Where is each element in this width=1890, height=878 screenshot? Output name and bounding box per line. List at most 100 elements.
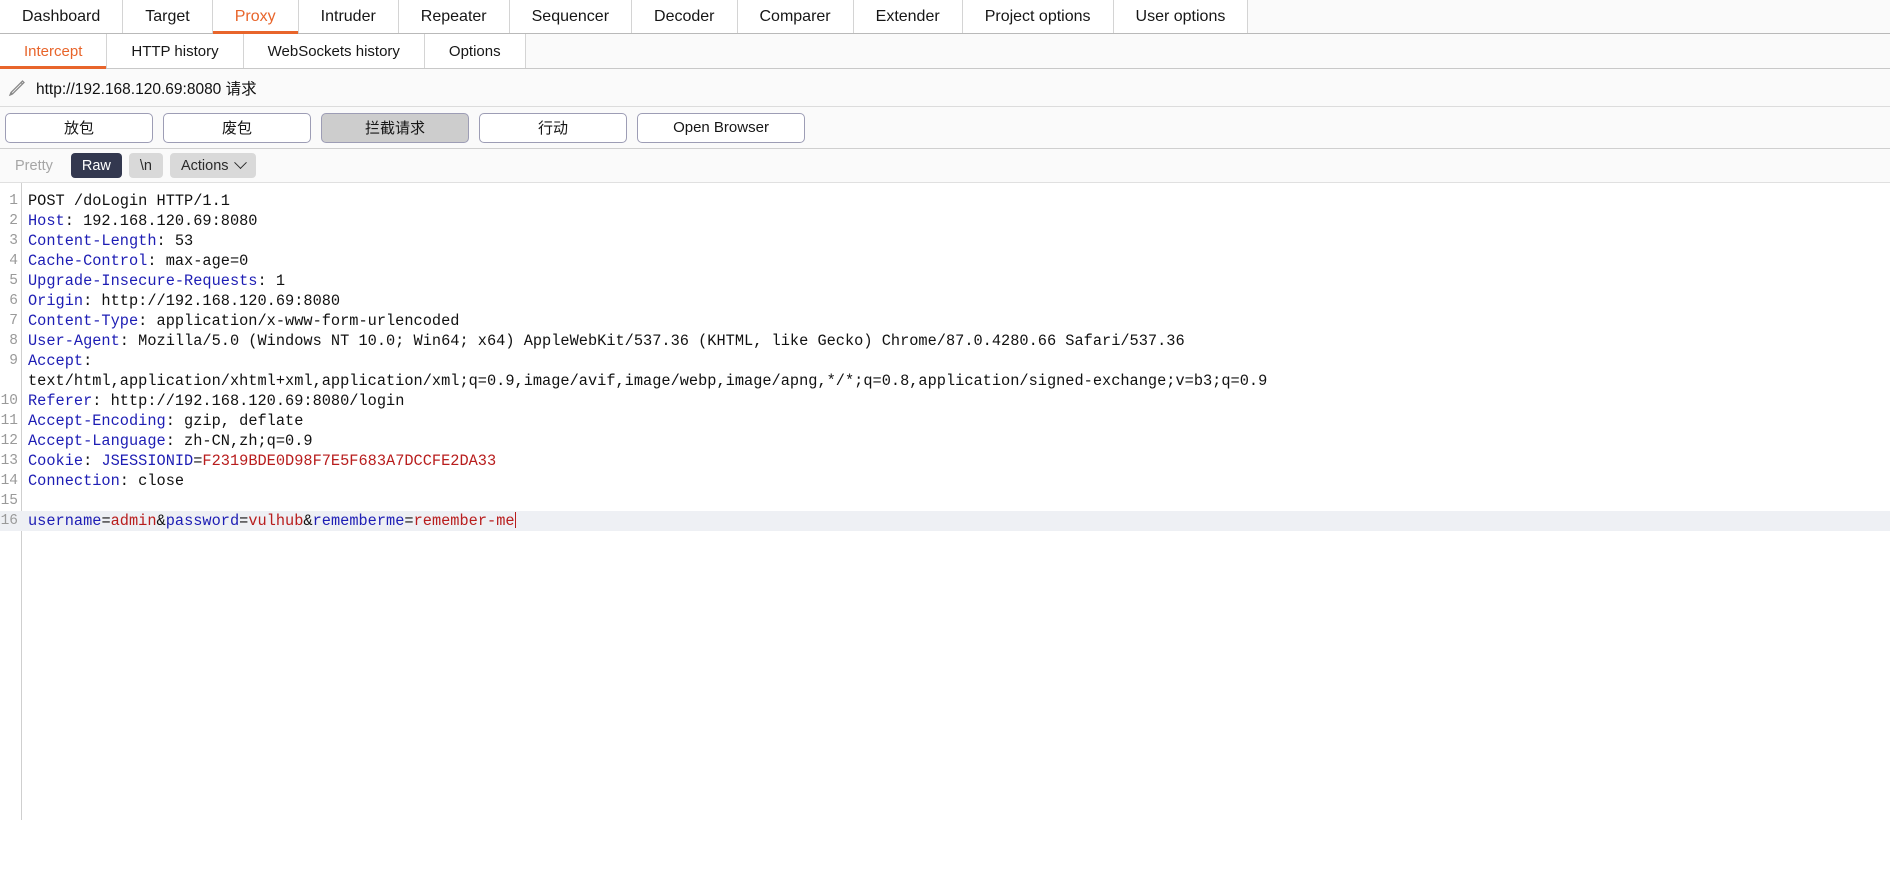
intercept-url-text: http://192.168.120.69:8080 请求 — [36, 80, 257, 98]
main-tab-proxy[interactable]: Proxy — [212, 0, 299, 34]
main-tab-comparer[interactable]: Comparer — [737, 0, 854, 33]
token-hval: : — [83, 452, 102, 470]
main-tab-dashboard[interactable]: Dashboard — [0, 0, 124, 33]
code-line[interactable]: 3 Content-Length: 53 — [0, 231, 1890, 251]
code-line[interactable]: 11 Accept-Encoding: gzip, deflate — [0, 411, 1890, 431]
code-line[interactable]: 6 Origin: http://192.168.120.69:8080 — [0, 291, 1890, 311]
main-tab-sequencer[interactable]: Sequencer — [509, 0, 633, 33]
token-hval: : application/x-www-form-urlencoded — [138, 312, 460, 330]
token-hval: : text/html,application/xhtml+xml,applic… — [28, 352, 1268, 390]
line-number: 1 — [9, 193, 18, 209]
line-content: Content-Length: 53 — [22, 231, 193, 251]
message-editor-toolbar: Pretty Raw \n Actions — [0, 149, 1890, 183]
token-hname: Host — [28, 212, 65, 230]
code-line[interactable]: 7 Content-Type: application/x-www-form-ur… — [0, 311, 1890, 331]
chevron-down-icon — [233, 156, 247, 170]
line-number: 7 — [9, 313, 18, 329]
token-hname: Upgrade-Insecure-Requests — [28, 272, 258, 290]
newline-toggle-button[interactable]: \n — [128, 153, 163, 178]
pretty-view-button[interactable]: Pretty — [4, 153, 64, 178]
line-content: Origin: http://192.168.120.69:8080 — [22, 291, 340, 311]
token-hval: : Mozilla/5.0 (Windows NT 10.0; Win64; x… — [119, 332, 1185, 350]
main-tab-user-options[interactable]: User options — [1113, 0, 1249, 33]
line-content: Content-Type: application/x-www-form-url… — [22, 311, 459, 331]
code-line[interactable]: 8 User-Agent: Mozilla/5.0 (Windows NT 10.… — [0, 331, 1890, 351]
code-line[interactable]: 2 Host: 192.168.120.69:8080 — [0, 211, 1890, 231]
line-content: Cache-Control: max-age=0 — [22, 251, 248, 271]
sub-tab-options[interactable]: Options — [424, 34, 526, 68]
actions-menu-button[interactable]: Actions — [169, 153, 256, 178]
code-line[interactable]: 10 Referer: http://192.168.120.69:8080/lo… — [0, 391, 1890, 411]
main-tab-bar: Dashboard Target Proxy Intruder Repeater Sequ… — [0, 0, 1890, 34]
sub-tab-bar-filler — [525, 34, 1890, 68]
code-line[interactable]: 15 — [0, 491, 1890, 511]
sub-tab-intercept[interactable]: Intercept — [0, 34, 108, 69]
line-number: 4 — [9, 253, 18, 269]
open-browser-button[interactable]: Open Browser — [637, 112, 805, 143]
main-tab-decoder[interactable]: Decoder — [632, 0, 738, 33]
token-punct: = — [101, 512, 111, 530]
line-number: 15 — [0, 493, 18, 509]
token-pval: admin — [110, 512, 157, 530]
main-tab-intruder[interactable]: Intruder — [298, 0, 399, 33]
token-hval: : zh-CN,zh;q=0.9 — [165, 432, 313, 450]
token-hval: : close — [119, 472, 185, 490]
token-punct: = — [404, 512, 414, 530]
line-number: 11 — [0, 413, 18, 429]
token-pname: password — [165, 512, 240, 530]
token-hval: : gzip, deflate — [165, 412, 304, 430]
token-hname: Content-Length — [28, 232, 157, 250]
code-line[interactable]: 9 Accept: text/html,application/xhtml+xml… — [0, 351, 1890, 391]
token-hname: Referer — [28, 392, 93, 410]
line-content: User-Agent: Mozilla/5.0 (Windows NT 10.0… — [22, 331, 1185, 351]
forward-button[interactable]: 放包 — [5, 112, 153, 143]
main-tab-extender[interactable]: Extender — [853, 0, 963, 33]
token-hval: : http://192.168.120.69:8080/login — [92, 392, 405, 410]
line-number: 3 — [9, 233, 18, 249]
token-hname: Connection — [28, 472, 120, 490]
main-tab-target[interactable]: Target — [123, 0, 213, 33]
request-code-lines[interactable]: 1 POST /doLogin HTTP/1.1 2 Host: 192.168.12… — [0, 183, 1890, 531]
sub-tab-http-history[interactable]: HTTP history — [107, 34, 244, 68]
line-content: Cookie: JSESSIONID=F2319BDE0D98F7E5F683A… — [22, 451, 496, 471]
line-content: Accept: text/html,application/xhtml+xml,… — [22, 351, 1267, 391]
code-line[interactable]: 13 Cookie: JSESSIONID=F2319BDE0D98F7E5F68… — [0, 451, 1890, 471]
raw-view-button[interactable]: Raw — [70, 153, 122, 178]
code-line[interactable]: 1 POST /doLogin HTTP/1.1 — [0, 191, 1890, 211]
token-pval: F2319BDE0D98F7E5F683A7DCCFE2DA33 — [202, 452, 497, 470]
request-editor[interactable]: 1 POST /doLogin HTTP/1.1 2 Host: 192.168.12… — [0, 183, 1890, 820]
token-hname: Cookie — [28, 452, 84, 470]
intercept-toggle-button[interactable]: 拦截请求 — [321, 112, 469, 143]
token-pval: remember-me — [413, 512, 515, 530]
code-line[interactable]: 14 Connection: close — [0, 471, 1890, 491]
code-line[interactable]: 4 Cache-Control: max-age=0 — [0, 251, 1890, 271]
line-number: 10 — [0, 393, 18, 409]
line-number: 12 — [0, 433, 18, 449]
token-pname: rememberme — [312, 512, 405, 530]
line-number: 13 — [0, 453, 18, 469]
intercept-button-row: 放包 废包 拦截请求 行动 Open Browser — [0, 107, 1890, 149]
line-content: Host: 192.168.120.69:8080 — [22, 211, 258, 231]
actions-label: Actions — [180, 157, 229, 174]
token-pname: JSESSIONID — [101, 452, 194, 470]
pencil-icon — [6, 77, 28, 99]
action-button[interactable]: 行动 — [479, 112, 627, 143]
token-hname: Accept — [28, 352, 84, 370]
token-hname: User-Agent — [28, 332, 120, 350]
code-line[interactable]: 16 username=admin&password=vulhub&remembe… — [0, 511, 1890, 531]
line-content: Connection: close — [22, 471, 184, 491]
line-content: Accept-Encoding: gzip, deflate — [22, 411, 303, 431]
proxy-sub-tab-bar: Intercept HTTP history WebSockets history O… — [0, 34, 1890, 69]
text-cursor — [514, 512, 517, 528]
token-punct: = — [239, 512, 249, 530]
code-line[interactable]: 5 Upgrade-Insecure-Requests: 1 — [0, 271, 1890, 291]
line-number: 6 — [9, 293, 18, 309]
code-line[interactable]: 12 Accept-Language: zh-CN,zh;q=0.9 — [0, 431, 1890, 451]
token-hname: Cache-Control — [28, 252, 148, 270]
sub-tab-websockets-history[interactable]: WebSockets history — [243, 34, 425, 68]
main-tab-repeater[interactable]: Repeater — [398, 0, 510, 33]
line-content: Referer: http://192.168.120.69:8080/logi… — [22, 391, 404, 411]
drop-button[interactable]: 废包 — [163, 112, 311, 143]
token-punct: & — [303, 512, 313, 530]
main-tab-project-options[interactable]: Project options — [962, 0, 1114, 33]
